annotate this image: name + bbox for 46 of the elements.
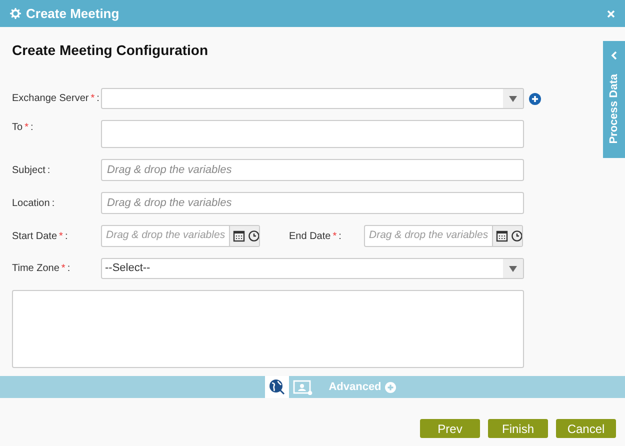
- input-field[interactable]: Drag & drop the variables: [101, 159, 524, 181]
- label-colon: :: [64, 230, 68, 244]
- calendar-icon[interactable]: [233, 230, 246, 242]
- dropdown-caret-icon: [509, 96, 517, 102]
- icon-tab[interactable]: [264, 376, 289, 398]
- required-mark: *: [59, 230, 63, 244]
- chevron-left-icon: [611, 51, 617, 60]
- required-mark: *: [24, 121, 28, 135]
- clock-icon[interactable]: [511, 230, 522, 242]
- field-label: Exchange Server: [12, 92, 89, 106]
- date-field[interactable]: Drag & drop the variables: [101, 225, 260, 247]
- label-colon: :: [52, 196, 55, 210]
- advanced-tab[interactable]: Advanced: [324, 376, 400, 398]
- label-colon: :: [67, 262, 70, 276]
- field-label: Time Zone: [12, 262, 60, 276]
- dropdown-caret-icon: [509, 266, 517, 272]
- field-label: Subject: [12, 164, 46, 178]
- dropdown-field[interactable]: [101, 88, 524, 109]
- dropdown-field[interactable]: --Select--: [101, 258, 524, 279]
- required-mark: *: [61, 262, 66, 276]
- field-label: Location: [12, 196, 50, 210]
- label-colon: :: [30, 121, 34, 135]
- field-label: To: [12, 121, 23, 135]
- date-field[interactable]: Drag & drop the variables: [364, 225, 523, 247]
- input-field[interactable]: [101, 120, 524, 148]
- field-label: Start Date: [12, 230, 58, 244]
- gear-icon: [10, 8, 21, 19]
- calendar-icon[interactable]: [496, 230, 508, 242]
- add-icon[interactable]: [529, 92, 541, 104]
- label-colon: :: [96, 92, 100, 106]
- required-mark: *: [90, 92, 95, 106]
- screen-person-icon: [292, 379, 313, 395]
- plus-icon: [385, 382, 396, 392]
- label-colon: :: [338, 230, 342, 244]
- globe-icon: [268, 379, 285, 395]
- action-button[interactable]: Prev: [420, 419, 480, 438]
- window-title: Create Meeting: [26, 4, 120, 23]
- form-heading: Create Meeting Configuration: [12, 41, 208, 60]
- action-button[interactable]: Cancel: [556, 419, 616, 438]
- label-colon: :: [47, 164, 50, 178]
- side-tab[interactable]: Process Data: [603, 41, 625, 158]
- clock-icon[interactable]: [248, 230, 259, 242]
- action-button[interactable]: Finish: [488, 419, 548, 438]
- input-field[interactable]: Drag & drop the variables: [101, 192, 524, 214]
- field-label: End Date: [289, 230, 331, 244]
- required-mark: *: [332, 230, 337, 244]
